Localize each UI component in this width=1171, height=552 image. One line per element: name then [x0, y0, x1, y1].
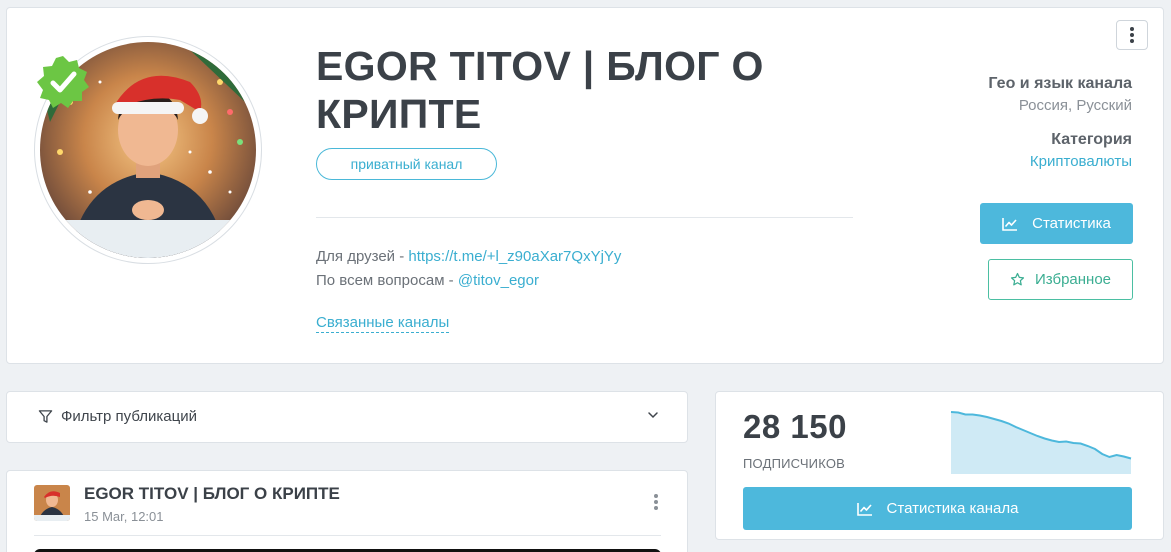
- private-channel-badge: приватный канал: [316, 148, 497, 180]
- funnel-icon: [38, 410, 53, 423]
- header-divider: [316, 217, 853, 218]
- sparkline-area: [951, 412, 1131, 474]
- subscribers-card: 28 150 ПОДПИСЧИКОВ Статистика канала: [715, 391, 1164, 540]
- category-link[interactable]: Криптовалюты: [1030, 153, 1132, 170]
- post-more-options-icon[interactable]: [653, 493, 659, 511]
- subscriber-count-label: ПОДПИСЧИКОВ: [743, 456, 846, 471]
- invite-link[interactable]: https://t.me/+l_z90aXar7QxYjYy: [408, 248, 621, 265]
- post-divider: [34, 535, 661, 536]
- subscriber-trend-sparkline: [950, 411, 1132, 474]
- geo-language-value: Россия, Русский: [1018, 97, 1132, 114]
- channel-statistics-button-label: Статистика канала: [886, 500, 1019, 517]
- channel-header-card: EGOR TITOV | БЛОГ О КРИПТЕ приватный кан…: [6, 7, 1164, 364]
- vertical-dots-icon: [1130, 27, 1134, 43]
- related-channels-link[interactable]: Связанные каналы: [316, 314, 450, 333]
- favorite-button-label: Избранное: [1034, 271, 1112, 288]
- more-options-button[interactable]: [1116, 20, 1148, 50]
- contact-username-link[interactable]: @titov_egor: [458, 272, 539, 289]
- post-filter-label: Фильтр публикаций: [61, 408, 197, 425]
- statistics-button-label: Статистика: [1032, 215, 1111, 232]
- post-timestamp: 15 Mar, 12:01: [84, 509, 164, 524]
- channel-statistics-button[interactable]: Статистика канала: [743, 487, 1132, 530]
- category-label: Категория: [1051, 131, 1132, 148]
- subscriber-count: 28 150: [743, 408, 847, 445]
- chart-line-icon: [1002, 217, 1018, 231]
- post-author-avatar: [34, 485, 70, 521]
- channel-title: EGOR TITOV | БЛОГ О КРИПТЕ: [316, 43, 764, 137]
- post-filter-toggle[interactable]: Фильтр публикаций: [6, 391, 688, 443]
- chart-line-icon: [856, 502, 872, 516]
- description-friends-label: Для друзей -: [316, 248, 409, 265]
- statistics-button[interactable]: Статистика: [980, 203, 1133, 244]
- favorite-button[interactable]: Избранное: [988, 259, 1133, 300]
- geo-language-label: Гео и язык канала: [988, 75, 1132, 92]
- post-card: EGOR TITOV | БЛОГ О КРИПТЕ 15 Mar, 12:01: [6, 470, 688, 552]
- star-icon: [1010, 272, 1025, 286]
- description-contact-label: По всем вопросам -: [316, 272, 458, 289]
- post-author-name[interactable]: EGOR TITOV | БЛОГ О КРИПТЕ: [84, 484, 340, 504]
- description-line-contact: По всем вопросам - @titov_egor: [316, 272, 539, 289]
- verified-check-icon: [35, 54, 91, 110]
- description-line-friends: Для друзей - https://t.me/+l_z90aXar7QxY…: [316, 248, 621, 265]
- chevron-down-icon: [648, 412, 658, 419]
